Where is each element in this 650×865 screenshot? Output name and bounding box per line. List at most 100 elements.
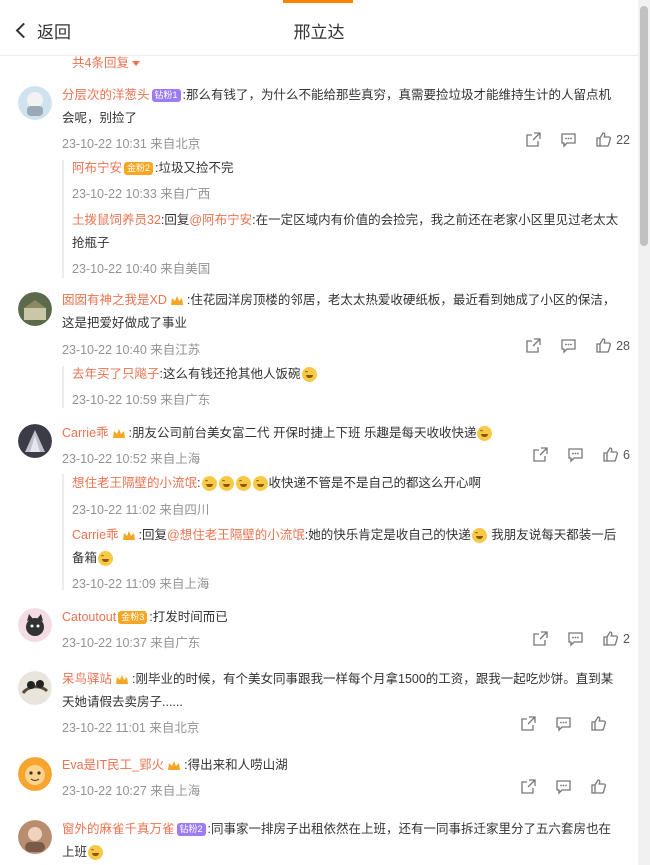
- avatar[interactable]: [18, 608, 52, 642]
- comment-meta: 23-10-22 10:31 来自北京: [62, 137, 201, 151]
- mention-link[interactable]: @阿布宁安: [189, 213, 252, 227]
- avatar[interactable]: [18, 757, 52, 791]
- comment-actions: 6: [532, 446, 630, 463]
- reply-meta: 23-10-22 10:33 来自广西: [72, 187, 211, 201]
- avatar[interactable]: [18, 671, 52, 705]
- crown-icon: [170, 295, 183, 305]
- laugh-emoji-icon: [477, 426, 493, 442]
- like-button[interactable]: 2: [602, 630, 630, 647]
- share-button[interactable]: [532, 630, 549, 647]
- reply-thread-line: [62, 474, 64, 590]
- comment-meta: 23-10-22 10:40 来自江苏: [62, 343, 201, 357]
- laugh-emoji-icon: [301, 367, 317, 383]
- reply-meta: 23-10-22 11:09 来自上海: [72, 577, 210, 591]
- comment-meta: 23-10-22 10:37 来自广东: [62, 636, 201, 650]
- comment-username[interactable]: 呆鸟驿站: [62, 672, 112, 686]
- laugh-emoji-icon: [218, 476, 234, 492]
- crown-icon: [116, 674, 129, 684]
- reply-username[interactable]: 去年买了只飚子: [72, 367, 160, 381]
- comment-username[interactable]: Carrie乖: [62, 426, 109, 440]
- like-button[interactable]: [590, 715, 607, 732]
- fan-badge: 钻粉1: [151, 89, 181, 103]
- like-icon: [591, 779, 607, 794]
- comment-button[interactable]: [567, 630, 584, 647]
- laugh-emoji-icon: [201, 476, 217, 492]
- mention-link[interactable]: @想住老王隔壁的小流氓: [167, 528, 305, 542]
- laugh-emoji-icon: [471, 528, 487, 544]
- share-button[interactable]: [532, 446, 549, 463]
- comment-actions: [520, 715, 607, 732]
- comment-actions: [520, 778, 607, 795]
- caret-down-icon: [131, 61, 140, 67]
- comment-icon: [556, 717, 571, 732]
- comment-icon: [556, 780, 571, 795]
- avatar[interactable]: [18, 86, 52, 120]
- comment-username[interactable]: 囡囡有神之我是XD: [62, 293, 167, 307]
- top-bar: 返回 邢立达: [0, 0, 638, 56]
- reply-text: 阿布宁安 金粉2:垃圾又捡不完: [72, 161, 234, 176]
- weibo-comment-page: 返回 邢立达 共4条回复 分层次的洋葱头 钻粉1:那么有钱了，为什么不能给那些真穷…: [0, 0, 650, 865]
- comment-text: 分层次的洋葱头 钻粉1:那么有钱了，为什么不能给那些真穷，真需要捡垃圾才能维持生计…: [62, 88, 612, 125]
- share-button[interactable]: [525, 337, 542, 354]
- laugh-emoji-icon: [252, 476, 268, 492]
- share-icon: [526, 338, 541, 353]
- reply-username[interactable]: 想住老王隔壁的小流氓: [72, 476, 197, 490]
- title-accent-bar: [283, 0, 353, 3]
- comment-button[interactable]: [555, 715, 572, 732]
- share-icon: [521, 779, 536, 794]
- like-button[interactable]: [590, 778, 607, 795]
- share-icon: [521, 716, 536, 731]
- comment-username[interactable]: 窗外的麻雀千真万雀: [62, 822, 175, 836]
- share-button[interactable]: [520, 715, 537, 732]
- reply-thread-line: [62, 160, 64, 278]
- scrollbar-thumb[interactable]: [640, 6, 648, 246]
- comment-text: 窗外的麻雀千真万雀 钻粉2:同事家一排房子出租依然在上班，还有一同事拆迁家里分了五…: [62, 822, 612, 861]
- share-icon: [533, 447, 548, 462]
- reply-username[interactable]: 土拨鼠饲养员32: [72, 213, 161, 227]
- comment-button[interactable]: [555, 778, 572, 795]
- like-icon: [591, 716, 607, 731]
- reply-username[interactable]: 阿布宁安: [72, 161, 122, 175]
- avatar[interactable]: [18, 292, 52, 326]
- like-count: 6: [623, 447, 630, 462]
- like-count: 2: [623, 631, 630, 646]
- reply-meta: 23-10-22 10:40 来自美国: [72, 262, 211, 276]
- laugh-emoji-icon: [235, 476, 251, 492]
- laugh-emoji-icon: [98, 551, 114, 567]
- crown-icon: [168, 760, 181, 770]
- comment-actions: 22: [525, 131, 630, 148]
- like-icon: [603, 447, 619, 462]
- comment-button[interactable]: [560, 337, 577, 354]
- comment-text: Carrie乖:朋友公司前台美女富二代 开保时捷上下班 乐趣是每天收收快递: [62, 422, 622, 445]
- comment-button[interactable]: [560, 131, 577, 148]
- fan-badge: 钻粉2: [176, 823, 206, 837]
- comment-button[interactable]: [567, 446, 584, 463]
- share-button[interactable]: [520, 778, 537, 795]
- avatar[interactable]: [18, 424, 52, 458]
- reply-username[interactable]: Carrie乖: [72, 528, 119, 542]
- comment-icon: [561, 133, 576, 148]
- share-icon: [533, 631, 548, 646]
- reply-meta: 23-10-22 11:02 来自四川: [72, 503, 210, 517]
- scrollbar[interactable]: [638, 0, 650, 865]
- like-icon: [596, 338, 612, 353]
- page-title: 邢立达: [293, 23, 345, 42]
- comment-username[interactable]: Catoutout: [62, 610, 116, 624]
- laugh-emoji-icon: [88, 845, 104, 861]
- like-button[interactable]: 28: [595, 337, 630, 354]
- like-count: 22: [616, 132, 630, 147]
- like-button[interactable]: 22: [595, 131, 630, 148]
- like-icon: [603, 631, 619, 646]
- avatar[interactable]: [18, 820, 52, 854]
- share-button[interactable]: [525, 131, 542, 148]
- fan-badge: 金粉3: [118, 611, 148, 625]
- comment-text: 呆鸟驿站:刚毕业的时候，有个美女同事跟我一样每个月拿1500的工资，跟我一起吃炒…: [62, 672, 614, 709]
- comment-text: Catoutout 金粉3:打发时间而已: [62, 610, 228, 625]
- comment-text: 囡囡有神之我是XD:住花园洋房顶楼的邻居，老太太热爱收硬纸板，最近看到她成了小区…: [62, 293, 616, 330]
- like-button[interactable]: 6: [602, 446, 630, 463]
- more-replies-link[interactable]: 共4条回复: [72, 52, 140, 71]
- crown-icon: [122, 530, 135, 540]
- comment-username[interactable]: 分层次的洋葱头: [62, 88, 150, 102]
- reply-meta: 23-10-22 10:59 来自广东: [72, 393, 211, 407]
- comment-username[interactable]: Eva是IT民工_郢火: [62, 758, 164, 772]
